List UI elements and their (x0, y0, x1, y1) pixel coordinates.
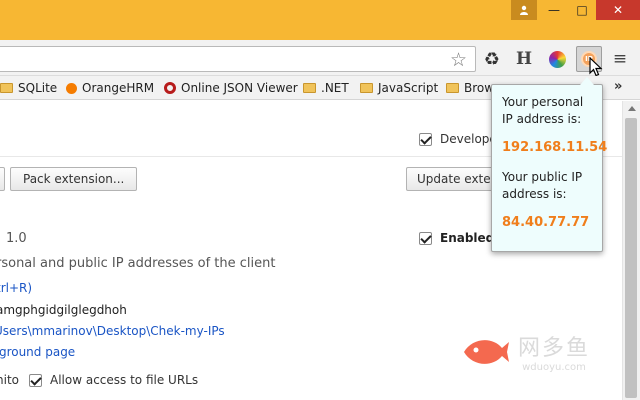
extension-description: rsonal and public IP addresses of the cl… (0, 256, 276, 271)
folder-icon (303, 83, 316, 93)
keyboard-shortcut-link[interactable]: trl+R) (0, 281, 32, 295)
personal-ip-label: Your personal IP address is: (502, 95, 584, 126)
background-page-link[interactable]: kground page (0, 345, 75, 359)
personal-ip-value: 192.168.11.54 (502, 140, 608, 155)
public-ip-label: Your public IP address is: (502, 170, 583, 201)
minimize-button[interactable]: — (541, 0, 567, 20)
mouse-cursor-icon (589, 57, 603, 77)
popup-arrow (580, 77, 594, 85)
extension-id: amgphgidgilglegdhoh (0, 303, 127, 317)
bookmark-label: Online JSON Viewer (181, 81, 298, 95)
address-bar[interactable] (0, 46, 476, 72)
star-icon[interactable]: ☆ (450, 49, 467, 71)
update-extensions-button[interactable]: Update extensions now (406, 167, 502, 191)
scroll-up-arrow-icon[interactable] (628, 106, 636, 111)
bookmark-label: JavaScript (378, 81, 439, 95)
load-unpacked-button[interactable] (0, 167, 5, 191)
scrollbar-thumb[interactable] (625, 118, 637, 398)
ip-popup: Your personal IP address is: 192.168.11.… (491, 77, 608, 252)
user-profile-button[interactable] (511, 0, 537, 20)
bookmark-browser[interactable]: Brow (446, 76, 494, 100)
folder-icon (0, 83, 13, 93)
bookmark-sqlite[interactable]: SQLite (0, 76, 57, 100)
bookmarks-overflow-button[interactable]: » (614, 79, 622, 94)
developer-mode-label: Develope (440, 132, 497, 146)
developer-mode-toggle[interactable]: Develope (419, 132, 497, 146)
fish-logo-icon (464, 339, 509, 364)
enabled-checkbox[interactable] (419, 231, 432, 245)
bookmark-orangehrm[interactable]: OrangeHRM (66, 76, 154, 100)
menu-icon[interactable]: ≡ (608, 47, 632, 71)
h-icon[interactable]: H (512, 47, 536, 71)
bookmark-json-viewer[interactable]: Online JSON Viewer (164, 76, 298, 100)
enabled-label: Enabled (440, 231, 495, 245)
watermark-chinese: 网多鱼 (518, 336, 591, 361)
public-ip-value: 84.40.77.77 (502, 215, 590, 230)
extension-version: 1.0 (6, 231, 27, 246)
bookmark-label: OrangeHRM (82, 81, 155, 95)
orange-icon (66, 82, 77, 94)
bookmark-label: .NET (321, 81, 349, 95)
allow-file-urls-toggle[interactable]: Allow access to file URLs (29, 373, 198, 387)
watermark: 网多鱼 wduoyu.com (462, 330, 590, 373)
watermark-text: 网多鱼 wduoyu.com (518, 330, 590, 373)
allow-file-urls-checkbox[interactable] (29, 373, 42, 387)
maximize-button[interactable]: □ (569, 0, 595, 20)
extension-path-link[interactable]: Users\mmarinov\Desktop\Chek-my-IPs (0, 324, 225, 338)
bookmark-label: Brow (464, 81, 495, 95)
bookmark-label: SQLite (18, 81, 58, 95)
bookmark-dotnet[interactable]: .NET (303, 76, 349, 100)
recycle-icon[interactable]: ♻ (480, 47, 504, 71)
color-wheel-icon[interactable] (545, 47, 569, 71)
incognito-label: nito (0, 373, 19, 387)
watermark-url: wduoyu.com (522, 362, 586, 373)
pack-extension-button[interactable]: Pack extension... (10, 167, 138, 191)
bookmark-javascript[interactable]: JavaScript (360, 76, 438, 100)
user-icon (520, 5, 528, 15)
color-wheel-disc (548, 50, 566, 68)
browser-toolbar (0, 40, 640, 76)
extension-options-row: nito Allow access to file URLs (0, 373, 198, 387)
close-window-button[interactable]: ✕ (596, 0, 640, 20)
folder-icon (446, 83, 459, 93)
allow-file-urls-label: Allow access to file URLs (50, 373, 199, 387)
folder-icon (360, 83, 373, 93)
developer-mode-checkbox[interactable] (419, 132, 432, 146)
json-viewer-icon (164, 82, 176, 94)
extension-enabled-toggle[interactable]: Enabled (419, 231, 494, 245)
